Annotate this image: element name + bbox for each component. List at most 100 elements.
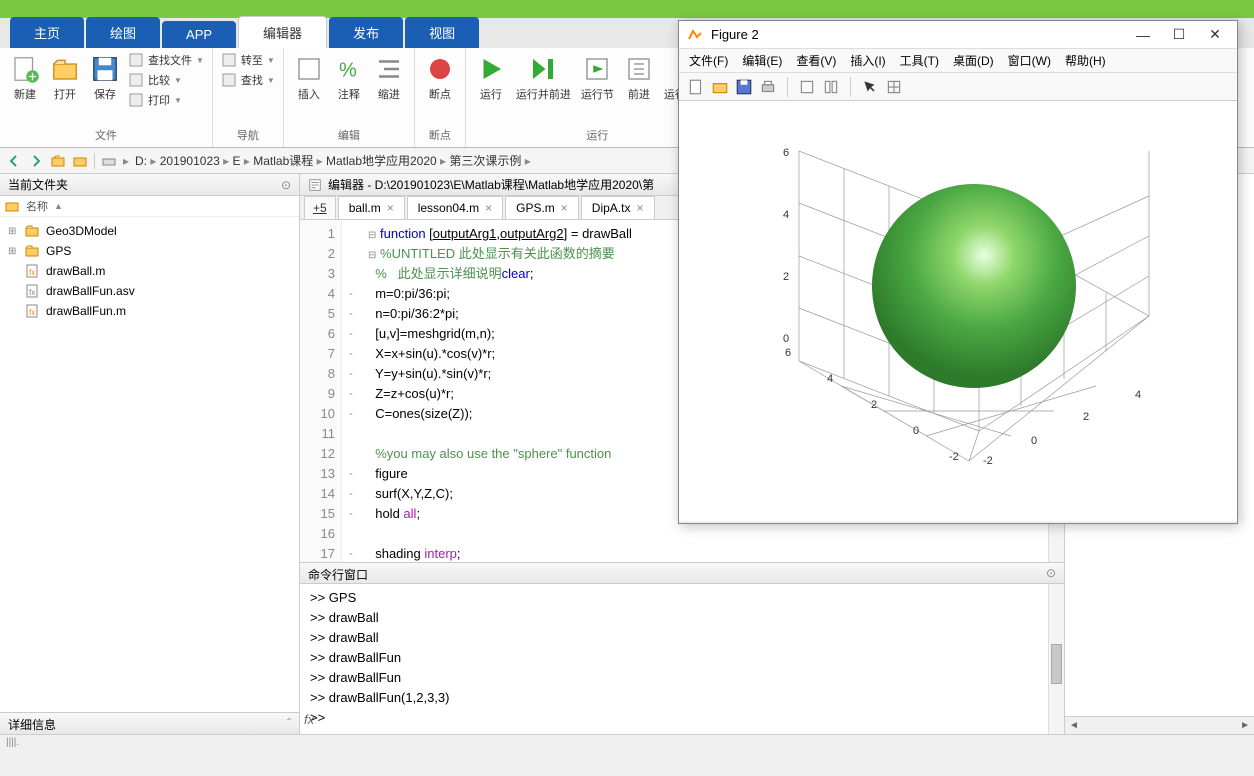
file-drawBall.m[interactable]: fxdrawBall.m xyxy=(4,261,295,281)
main-tab-绘图[interactable]: 绘图 xyxy=(86,17,160,48)
edit-plot-icon[interactable] xyxy=(885,78,903,96)
matlab-icon xyxy=(687,27,703,43)
status-bar: ||||. xyxy=(0,734,1254,752)
comment-button[interactable]: %注释 xyxy=(332,52,366,104)
editor-tab-DipA.tx[interactable]: DipA.tx× xyxy=(581,196,655,219)
figure-menubar: 文件(F) 编辑(E) 查看(V) 插入(I) 工具(T) 桌面(D) 窗口(W) 帮助(H) xyxy=(679,49,1237,73)
file-GPS[interactable]: ⊞GPS xyxy=(4,241,295,261)
group-label: 文件 xyxy=(8,127,204,143)
breadcrumb-0[interactable]: D: xyxy=(135,154,147,168)
close-tab-icon[interactable]: × xyxy=(636,201,643,215)
x-tick: 0 xyxy=(1031,435,1037,447)
close-tab-icon[interactable]: × xyxy=(561,201,568,215)
open-button[interactable]: 打开 xyxy=(48,52,82,104)
cmd-line: >> drawBall xyxy=(310,608,1054,628)
figure-window[interactable]: Figure 2 — ☐ ✕ 文件(F) 编辑(E) 查看(V) 插入(I) 工具(T)… xyxy=(678,20,1238,524)
figure-title: Figure 2 xyxy=(711,27,759,42)
group-label: 编辑 xyxy=(292,127,406,143)
main-tab-主页[interactable]: 主页 xyxy=(10,17,84,48)
find-button[interactable]: 查找文件 ▼ xyxy=(128,52,204,68)
breadcrumb-1[interactable]: 201901023 xyxy=(160,154,220,168)
close-tab-icon[interactable]: × xyxy=(387,201,394,215)
svg-text:%: % xyxy=(339,60,357,82)
runadv-button[interactable]: 运行并前进 xyxy=(514,52,573,104)
editor-tab-ball.m[interactable]: ball.m× xyxy=(338,196,405,219)
figmenu-帮助(H)[interactable]: 帮助(H) xyxy=(1065,52,1106,69)
minimize-button[interactable]: — xyxy=(1129,27,1157,43)
file-Geo3DModel[interactable]: ⊞Geo3DModel xyxy=(4,221,295,241)
adv-button[interactable]: 前进 xyxy=(622,52,656,104)
figmenu-文件(F)[interactable]: 文件(F) xyxy=(689,52,728,69)
breadcrumb-3[interactable]: Matlab课程 xyxy=(253,154,313,168)
forward-icon[interactable] xyxy=(28,153,44,169)
h-scrollbar[interactable]: ◄► xyxy=(1065,716,1254,734)
figmenu-编辑(E)[interactable]: 编辑(E) xyxy=(742,52,782,69)
file-drawBallFun.asv[interactable]: fxdrawBallFun.asv xyxy=(4,281,295,301)
breakpoint-button[interactable]: 断点 xyxy=(423,52,457,104)
svg-text:fx: fx xyxy=(29,268,35,277)
new-button[interactable]: 新建 xyxy=(8,52,42,104)
prev-icon[interactable] xyxy=(798,78,816,96)
figure-toolbar xyxy=(679,73,1237,101)
breadcrumb-4[interactable]: Matlab地学应用2020 xyxy=(326,154,437,168)
save-fig-icon[interactable] xyxy=(735,78,753,96)
figure-axes[interactable]: 6 4 2 0 6 4 2 0 -2 -2 0 2 4 xyxy=(679,101,1237,521)
insert-button[interactable]: 插入 xyxy=(292,52,326,104)
folder-header-icon xyxy=(4,198,20,214)
fx-icon[interactable]: fx xyxy=(304,710,314,730)
next-icon[interactable] xyxy=(822,78,840,96)
z-tick: 6 xyxy=(783,147,789,159)
editor-tab-GPS.m[interactable]: GPS.m× xyxy=(505,196,579,219)
close-button[interactable]: ✕ xyxy=(1201,26,1229,43)
cmd-scrollbar[interactable] xyxy=(1048,584,1064,734)
print-fig-icon[interactable] xyxy=(759,78,777,96)
figmenu-桌面(D)[interactable]: 桌面(D) xyxy=(953,52,994,69)
svg-text:fx: fx xyxy=(29,308,35,317)
main-tab-APP[interactable]: APP xyxy=(162,21,236,48)
breadcrumb-2[interactable]: E xyxy=(233,154,241,168)
compare-button[interactable]: 比较 ▼ xyxy=(128,72,204,88)
close-tab-icon[interactable]: × xyxy=(485,201,492,215)
pointer-icon[interactable] xyxy=(861,78,879,96)
new-fig-icon[interactable] xyxy=(687,78,705,96)
figmenu-查看(V)[interactable]: 查看(V) xyxy=(796,52,836,69)
file-drawBallFun.m[interactable]: fxdrawBallFun.m xyxy=(4,301,295,321)
z-tick: 0 xyxy=(783,333,789,345)
figmenu-插入(I)[interactable]: 插入(I) xyxy=(850,52,885,69)
back-icon[interactable] xyxy=(6,153,22,169)
command-window[interactable]: >> GPS >> drawBall >> drawBall >> drawBa… xyxy=(300,584,1064,734)
run-button[interactable]: 运行 xyxy=(474,52,508,104)
z-tick: 2 xyxy=(783,271,789,283)
cmd-title: 命令行窗口 xyxy=(308,566,368,580)
group-label: 断点 xyxy=(423,127,457,143)
breadcrumb-5[interactable]: 第三次课示例 xyxy=(449,154,521,168)
main-tab-编辑器[interactable]: 编辑器 xyxy=(238,16,327,48)
expand-icon[interactable]: ˆ xyxy=(287,716,291,731)
main-tab-发布[interactable]: 发布 xyxy=(329,17,403,48)
x-tick: 4 xyxy=(1135,389,1141,401)
open-fig-icon[interactable] xyxy=(711,78,729,96)
drive-icon xyxy=(101,153,117,169)
svg-text:fx: fx xyxy=(29,288,35,297)
maximize-button[interactable]: ☐ xyxy=(1165,26,1193,43)
runsec-button[interactable]: 运行节 xyxy=(579,52,616,104)
column-header[interactable]: 名称▲ xyxy=(0,196,299,217)
search-button[interactable]: 查找 ▼ xyxy=(221,72,275,88)
figmenu-工具(T)[interactable]: 工具(T) xyxy=(900,52,939,69)
figmenu-窗口(W)[interactable]: 窗口(W) xyxy=(1008,52,1051,69)
main-tab-视图[interactable]: 视图 xyxy=(405,17,479,48)
cmd-line: >> drawBall xyxy=(310,628,1054,648)
y-tick: 2 xyxy=(871,399,877,411)
cmd-line: >> GPS xyxy=(310,588,1054,608)
save-button[interactable]: 保存 xyxy=(88,52,122,104)
indent-button[interactable]: 缩进 xyxy=(372,52,406,104)
folder-icon[interactable] xyxy=(72,153,88,169)
pane-menu-icon[interactable]: ⊙ xyxy=(281,178,291,192)
more-tabs[interactable]: +5 xyxy=(304,196,336,219)
up-folder-icon[interactable] xyxy=(50,153,66,169)
editor-tab-lesson04.m[interactable]: lesson04.m× xyxy=(407,196,503,219)
goto-button[interactable]: 转至 ▼ xyxy=(221,52,275,68)
print-button[interactable]: 打印 ▼ xyxy=(128,92,204,108)
cmd-menu-icon[interactable]: ⊙ xyxy=(1046,566,1056,580)
path-sep: ▸ xyxy=(123,154,129,168)
